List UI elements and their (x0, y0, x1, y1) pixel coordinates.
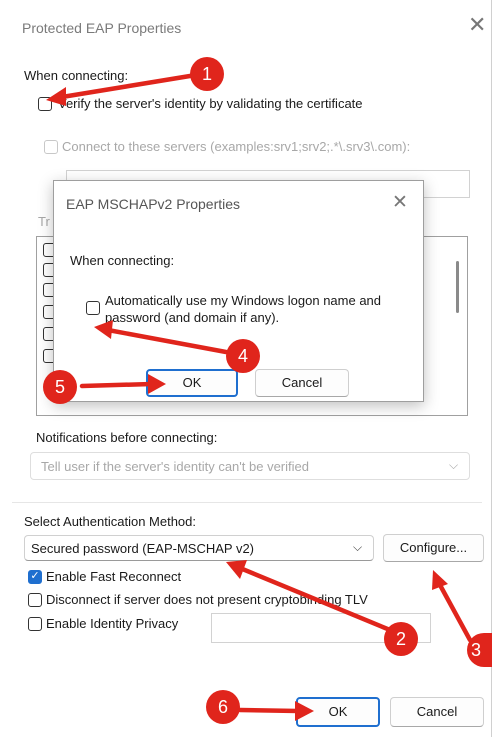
step-badge-1: 1 (190, 57, 224, 91)
arrow-3-head (432, 570, 448, 590)
arrow-5 (79, 381, 155, 389)
step-badge-2: 2 (384, 622, 418, 656)
step-badge-4: 4 (226, 339, 260, 373)
arrow-5-head (148, 374, 166, 394)
step-badge-5: 5 (43, 370, 77, 404)
arrow-1 (59, 72, 199, 100)
arrow-4-head (94, 320, 113, 339)
arrow-2 (237, 565, 393, 633)
arrow-6-head (295, 701, 314, 721)
arrow-4 (105, 327, 229, 355)
arrow-3 (437, 582, 473, 643)
arrow-1-head (46, 87, 66, 106)
step-badge-6: 6 (206, 690, 240, 724)
arrow-6 (237, 707, 301, 714)
